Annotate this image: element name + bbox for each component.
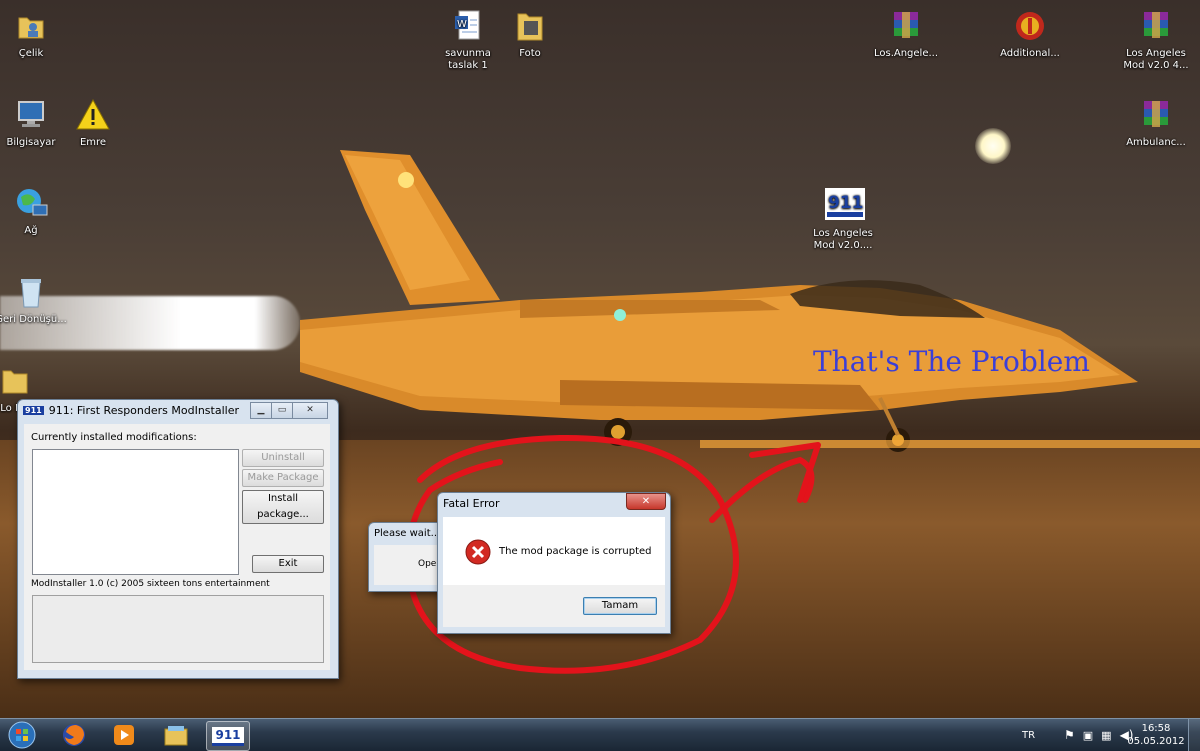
- window-title: 911: First Responders ModInstaller: [48, 403, 239, 417]
- desktop-icon-foto[interactable]: Foto: [492, 8, 568, 60]
- desktop-icon-los-angeles-mod-v2-4[interactable]: Los Angeles Mod v2.0 4...: [1118, 8, 1194, 72]
- desktop-icon-recycle-bin[interactable]: Geri Dönüşü...: [0, 274, 69, 326]
- windows-start-orb-icon: [8, 721, 36, 749]
- installed-mods-label: Currently installed modifications:: [31, 432, 197, 443]
- 911-app-icon: 911: [212, 726, 244, 746]
- desktop-icon-label: Additional...: [1000, 48, 1060, 59]
- log-area: [32, 595, 324, 663]
- close-button[interactable]: ✕: [292, 402, 328, 419]
- recycle-bin-icon: [13, 274, 49, 310]
- firefox-icon: [63, 724, 85, 746]
- make-package-button[interactable]: Make Package: [242, 469, 324, 487]
- desktop-icon-los-angele[interactable]: Los.Angele...: [868, 8, 944, 60]
- system-tray-icons: ⚑ ▣ ▦ ◀): [1064, 719, 1134, 751]
- desktop-icon-label: Geri Dönüşü...: [0, 314, 67, 325]
- desktop-icon-los-angeles-mod-911[interactable]: 911 Los Angeles Mod v2.0....: [805, 188, 881, 252]
- winrar-icon: [888, 8, 924, 44]
- error-icon: [465, 539, 491, 565]
- taskbar-911-app[interactable]: 911: [206, 721, 250, 751]
- desktop-icon-label: Ağ: [24, 225, 38, 236]
- install-package-button[interactable]: Install package...: [242, 490, 324, 524]
- clock-date: 05.05.2012: [1127, 736, 1185, 747]
- network-tray-icon[interactable]: ▦: [1101, 729, 1111, 742]
- taskbar-explorer[interactable]: [157, 721, 195, 749]
- minimize-button[interactable]: ▁: [250, 402, 272, 419]
- computer-icon: [13, 97, 49, 133]
- firefighter-badge-icon: [1012, 8, 1048, 44]
- explorer-icon: [164, 726, 188, 746]
- installed-mods-list[interactable]: [32, 449, 239, 575]
- modinstaller-window: 911 911: First Responders ModInstaller ▁…: [17, 399, 339, 679]
- 911-app-icon: 911: [825, 188, 865, 224]
- desktop-icon-celik[interactable]: Çelik: [0, 8, 69, 60]
- display-icon[interactable]: ▣: [1083, 729, 1093, 742]
- exit-button[interactable]: Exit: [252, 555, 324, 573]
- desktop-icon-label: Bilgisayar: [6, 137, 56, 148]
- modinstaller-body: Currently installed modifications: Unins…: [24, 424, 330, 670]
- taskbar-firefox[interactable]: [55, 721, 93, 749]
- ok-button[interactable]: Tamam: [583, 597, 657, 615]
- start-button[interactable]: [3, 720, 41, 750]
- desktop-icon-label: Los Angeles Mod v2.0 4...: [1123, 48, 1189, 71]
- user-folder-icon: [13, 8, 49, 44]
- desktop-icon-emre[interactable]: Emre: [55, 97, 131, 149]
- svg-text:911: 911: [828, 193, 864, 213]
- taskbar: 911 TR ⚑ ▣ ▦ ◀) 16:58 05.05.2012: [0, 718, 1200, 751]
- desktop-icon-label: Los.Angele...: [873, 48, 939, 59]
- winrar-icon: [1138, 8, 1174, 44]
- annotation-text: That's The Problem: [813, 345, 1090, 378]
- desktop-icon-additional[interactable]: Additional...: [992, 8, 1068, 60]
- close-button[interactable]: ✕: [626, 493, 666, 510]
- fatal-error-button-bar: Tamam: [443, 585, 665, 627]
- desktop-icon-ambulanc[interactable]: Ambulanc...: [1118, 97, 1194, 149]
- network-icon: [13, 185, 49, 221]
- 911-app-icon: 911: [23, 405, 44, 415]
- media-player-icon: [114, 725, 134, 745]
- desktop-icon-label: Emre: [79, 137, 107, 148]
- clock[interactable]: 16:58 05.05.2012: [1127, 719, 1185, 751]
- winrar-icon: [1138, 97, 1174, 133]
- action-center-flag-icon[interactable]: ⚑: [1064, 728, 1075, 742]
- dialog-title: Fatal Error: [443, 496, 500, 510]
- please-wait-body: Oper: [374, 545, 446, 585]
- folder-icon: [512, 8, 548, 44]
- taskbar-media-player[interactable]: [105, 721, 143, 749]
- word-document-icon: W: [450, 8, 486, 44]
- uninstall-button[interactable]: Uninstall: [242, 449, 324, 467]
- version-label: ModInstaller 1.0 (c) 2005 sixteen tons e…: [31, 579, 270, 589]
- desktop-icon-label: Los Angeles Mod v2.0....: [813, 228, 873, 251]
- language-indicator[interactable]: TR: [1022, 719, 1035, 751]
- desktop-icon-label: savunma taslak 1: [445, 48, 491, 71]
- desktop-icon-network[interactable]: Ağ: [0, 185, 69, 237]
- show-desktop-button[interactable]: [1188, 719, 1200, 751]
- desktop-icon-label: Çelik: [18, 48, 44, 59]
- desktop-icon-label: Ambulanc...: [1126, 137, 1186, 148]
- warning-icon: [75, 97, 111, 133]
- desktop-icon-label: Foto: [519, 48, 541, 59]
- clock-time: 16:58: [1141, 723, 1171, 734]
- error-message: The mod package is corrupted: [499, 546, 652, 557]
- fatal-error-dialog: Fatal Error ✕ The mod package is corrupt…: [437, 492, 671, 634]
- folder-icon: [0, 363, 33, 399]
- svg-text:W: W: [457, 19, 467, 30]
- fatal-error-message-area: The mod package is corrupted: [443, 517, 665, 585]
- maximize-button[interactable]: ▭: [271, 402, 293, 419]
